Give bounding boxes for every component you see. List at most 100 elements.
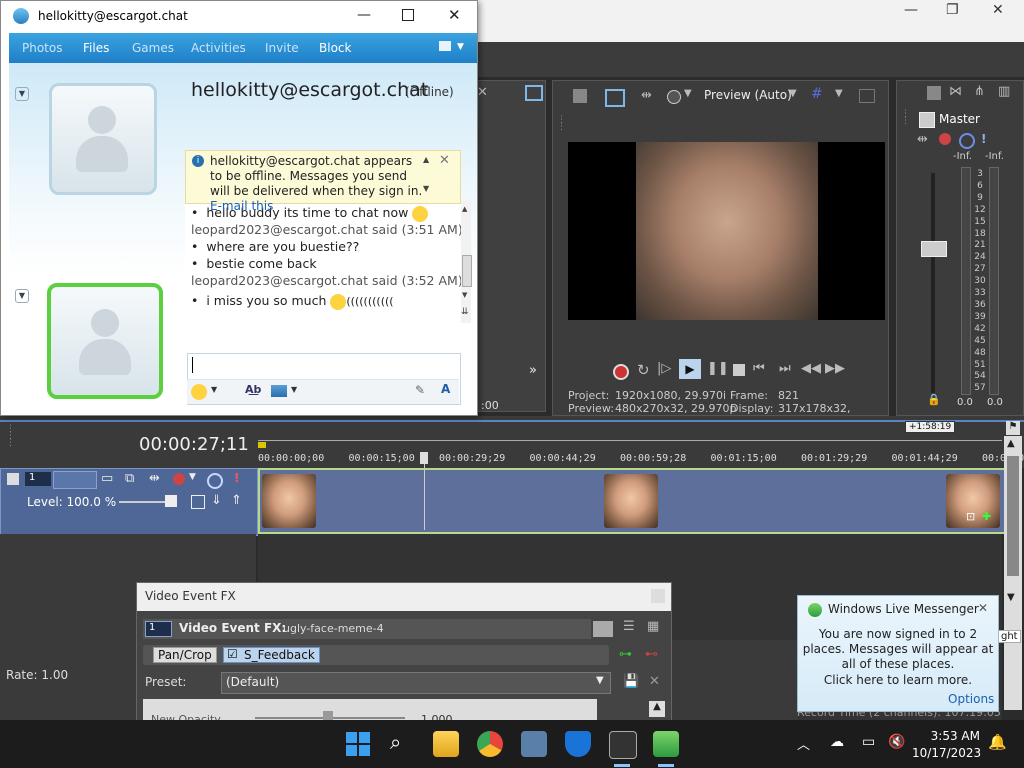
play-from-start-icon[interactable]: |▷ [657,361,671,376]
track-name-field[interactable] [53,471,97,489]
properties-icon[interactable] [927,86,941,100]
meter-icon[interactable]: ▥ [998,84,1010,99]
time-ruler[interactable]: 00:00:00;00 00:00:15;00 00:00:29;29 00:00:4… [258,453,1024,467]
nav-block[interactable]: Block [319,41,351,55]
collapse-toggle-icon[interactable]: ▼ [15,87,29,101]
scroll-down-icon[interactable]: ▼ [423,184,429,193]
vegas-app-icon[interactable] [609,731,637,759]
scroll-up-icon[interactable]: ▲ [423,155,429,164]
fx-chain-pan-crop[interactable]: Pan/Crop [153,647,217,663]
minimize-button[interactable]: — [904,2,918,18]
nav-games[interactable]: Games [132,41,174,55]
collapse-toggle-icon[interactable]: ▼ [15,289,29,303]
chevron-down-icon[interactable]: ▼ [291,385,297,394]
pan-icon[interactable]: ⇹ [149,471,160,486]
previous-frame-icon[interactable]: ⏮ [753,361,765,376]
fx-title-bar[interactable]: Video Event FX [137,583,671,611]
security-icon[interactable] [565,731,591,757]
close-button[interactable]: ✕ [992,2,1004,18]
scroll-up-icon[interactable]: ▲ [1007,438,1015,449]
scroll-up-icon[interactable]: ▲ [462,205,467,213]
overlay-icon[interactable] [667,90,681,104]
restore-button[interactable]: ❐ [946,2,959,18]
event-pan-crop-icon[interactable]: ⊡ [966,510,975,523]
scroll-down-icon[interactable]: ▼ [462,291,467,299]
handwriting-icon[interactable]: ✎ [415,383,425,397]
split-icon[interactable]: ⇹ [641,88,652,103]
emoticon-icon[interactable] [191,384,207,400]
playhead-handle[interactable] [420,452,428,464]
minimize-button[interactable]: — [357,7,371,23]
copy-snapshot-icon[interactable] [859,89,875,103]
pause-icon[interactable]: ❚❚ [707,361,729,376]
maximize-button[interactable] [402,9,414,21]
volume-icon[interactable]: 🔇 [888,734,905,750]
lock-icon[interactable]: 🔒 [927,393,941,406]
fx-view-detail-icon[interactable] [593,621,613,637]
start-icon[interactable] [345,731,371,757]
monitor-icon[interactable] [525,85,543,101]
file-explorer-icon[interactable] [433,731,459,757]
messenger-taskbar-icon[interactable] [653,731,679,757]
notification-cta[interactable]: Click here to learn more. [802,673,994,687]
mute-icon[interactable] [959,133,975,149]
checkbox-icon[interactable]: ☑ [227,647,238,661]
close-icon[interactable]: ✕ [477,85,488,100]
notification-bell-icon[interactable]: 🔔 [988,733,1007,751]
close-icon[interactable]: ✕ [439,153,450,168]
messenger-notification[interactable]: Windows Live Messenger ✕ You are now sig… [797,595,999,712]
drag-handle-icon[interactable]: ⋮ ⋮ ⋮ [6,425,15,448]
nav-invite[interactable]: Invite [265,41,299,55]
fx-icon[interactable] [939,133,951,145]
level-slider-thumb[interactable] [165,495,177,507]
close-icon[interactable]: ✕ [978,601,988,615]
contact-avatar[interactable] [49,83,157,195]
scrollbar-thumb[interactable] [462,255,472,287]
chevron-down-icon[interactable]: ▼ [684,88,692,99]
nav-files[interactable]: Files [83,41,109,55]
solo-icon[interactable]: ! [234,471,239,485]
pan-icon[interactable]: ⇹ [917,132,928,147]
notification-options-link[interactable]: Options [948,692,994,706]
preview-quality-dropdown[interactable]: Preview (Auto) [704,88,792,102]
scrollbar-thumb[interactable] [1007,456,1019,576]
fast-forward-icon[interactable]: ▶▶ [825,361,845,376]
fx-icon[interactable] [173,473,185,485]
motion-blur-icon[interactable]: ▭ [101,471,113,486]
external-monitor-icon[interactable] [605,89,625,107]
scroll-up-icon[interactable]: ▲ [649,701,665,717]
clock-time[interactable]: 3:53 AM [918,729,980,743]
chevron-down-icon[interactable]: ▼ [457,42,464,52]
video-track-lane[interactable]: ⊡ ✚ [258,468,1006,534]
envelope-icon[interactable] [191,495,205,509]
play-button[interactable]: ▶ [679,359,701,379]
clock-date[interactable]: 10/17/2023 [912,746,981,760]
delete-preset-icon[interactable]: ✕ [649,674,660,689]
bowtie-icon[interactable]: ⋈ [949,84,962,99]
remove-plugin-icon[interactable]: ⊷ [645,647,658,662]
downmix-icon[interactable]: ⋔ [974,84,985,99]
grid-icon[interactable]: # [811,86,823,102]
image-icon[interactable] [271,385,287,397]
display-icon[interactable]: ▭ [862,734,875,750]
plugin-chain-icon[interactable]: ⊶ [619,647,632,662]
fx-grid-icon[interactable]: ▦ [647,619,659,634]
messenger-title-bar[interactable]: hellokitty@escargot.chat — ✕ [1,1,477,31]
save-preset-icon[interactable]: 💾 [623,674,639,689]
solo-icon[interactable]: ! [981,132,986,146]
loop-icon[interactable]: ↻ [637,361,650,379]
close-icon[interactable] [651,589,665,603]
chevron-down-icon[interactable]: ▼ [211,385,217,394]
rewind-icon[interactable]: ◀◀ [801,361,821,376]
chevron-down-icon[interactable]: ▼ [189,472,196,482]
compositing-icon[interactable]: ⧉ [125,471,134,486]
vertical-scrollbar[interactable]: ▲ ▼ [1004,436,1022,710]
drag-handle-icon[interactable]: ⋮ ⋮ [557,116,566,132]
search-icon[interactable]: ⌕ [390,730,401,754]
email-link[interactable]: E-mail this [210,199,273,213]
event-fx-icon[interactable]: ✚ [982,510,991,523]
chevron-down-icon[interactable]: ▼ [835,88,843,99]
properties-icon[interactable] [573,89,587,103]
chevron-down-icon[interactable]: ▼ [789,88,797,99]
stop-icon[interactable] [733,364,745,376]
